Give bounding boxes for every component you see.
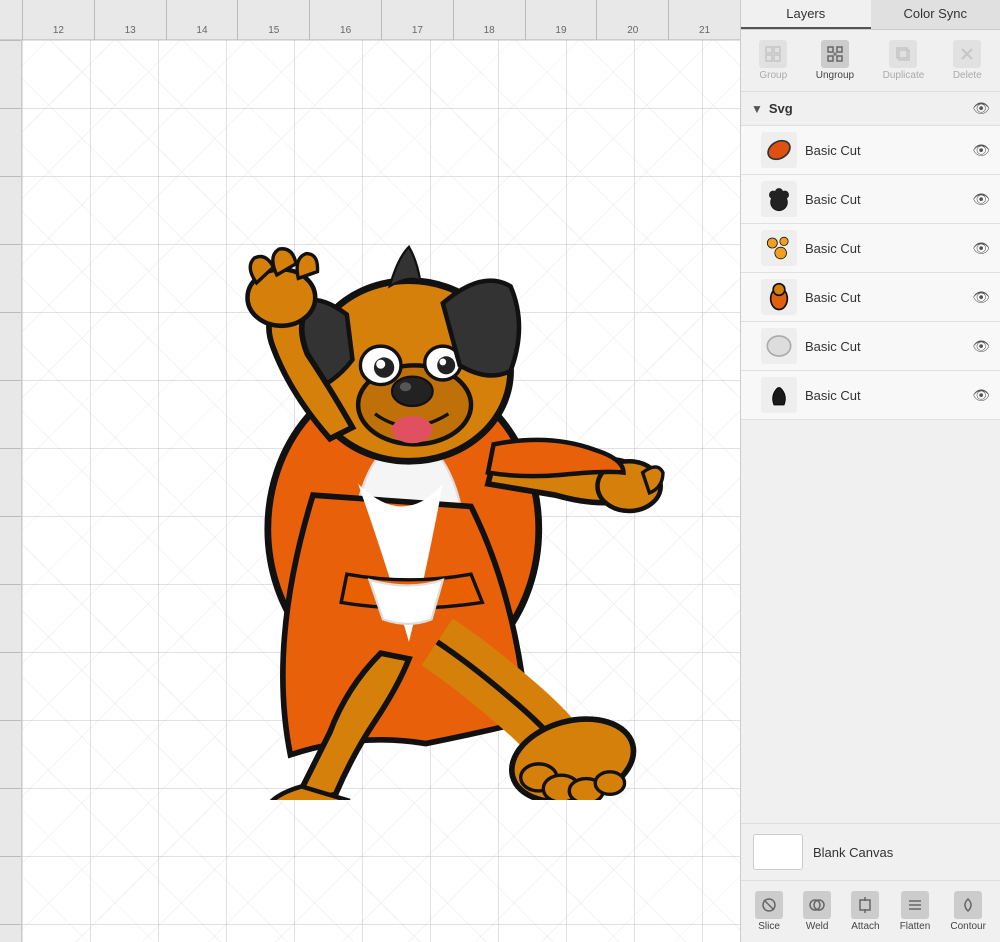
expand-arrow-icon: ▼: [751, 102, 763, 116]
panel-toolbar: Group Ungroup Duplicate Delete: [741, 30, 1000, 92]
group-button[interactable]: Group: [753, 36, 793, 85]
svg-group-header[interactable]: ▼ Svg 👁: [741, 92, 1000, 126]
layer-item[interactable]: Basic Cut 👁: [741, 273, 1000, 322]
flatten-label: Flatten: [900, 921, 931, 932]
vruler-tick: [0, 312, 21, 380]
ruler-tick: 16: [309, 0, 381, 40]
ruler-left: [0, 40, 22, 942]
layer-name: Basic Cut: [805, 241, 964, 256]
svg-group-eye-icon[interactable]: 👁: [972, 100, 990, 117]
attach-button[interactable]: Attach: [845, 887, 885, 936]
blank-canvas-thumb: [753, 834, 803, 870]
ruler-tick: 14: [166, 0, 238, 40]
canvas-area: 12131415161718192021: [0, 0, 740, 942]
slice-button[interactable]: Slice: [749, 887, 789, 936]
contour-button[interactable]: Contour: [944, 887, 992, 936]
layer-name: Basic Cut: [805, 339, 964, 354]
layers-list: Basic Cut 👁 Basic Cut 👁 Basic Cut 👁 Basic Cut 👁…: [741, 126, 1000, 823]
group-icon: [759, 40, 787, 68]
slice-icon: [755, 891, 783, 919]
layer-eye-icon[interactable]: 👁: [972, 191, 990, 208]
right-panel: Layers Color Sync Group Ungroup Duplicat…: [740, 0, 1000, 942]
layer-name: Basic Cut: [805, 192, 964, 207]
ungroup-label: Ungroup: [816, 70, 854, 81]
ruler-tick: 12: [22, 0, 94, 40]
layer-eye-icon[interactable]: 👁: [972, 338, 990, 355]
attach-icon: [851, 891, 879, 919]
layer-name: Basic Cut: [805, 388, 964, 403]
ungroup-icon: [821, 40, 849, 68]
layer-thumb: [761, 377, 797, 413]
vruler-tick: [0, 40, 21, 108]
vruler-tick: [0, 176, 21, 244]
layer-item[interactable]: Basic Cut 👁: [741, 371, 1000, 420]
layer-item[interactable]: Basic Cut 👁: [741, 224, 1000, 273]
tabs-bar: Layers Color Sync: [741, 0, 1000, 30]
tab-layers[interactable]: Layers: [741, 0, 871, 29]
attach-label: Attach: [851, 921, 879, 932]
ruler-numbers: 12131415161718192021: [22, 0, 740, 40]
layer-eye-icon[interactable]: 👁: [972, 142, 990, 159]
vruler-tick: [0, 108, 21, 176]
blank-canvas-bar: Blank Canvas: [741, 823, 1000, 880]
vruler-tick: [0, 516, 21, 584]
ruler-tick: 19: [525, 0, 597, 40]
character-image: [102, 100, 682, 800]
weld-label: Weld: [806, 921, 829, 932]
layer-name: Basic Cut: [805, 143, 964, 158]
layer-item[interactable]: Basic Cut 👁: [741, 322, 1000, 371]
weld-icon: [803, 891, 831, 919]
group-label: Group: [759, 70, 787, 81]
delete-button[interactable]: Delete: [947, 36, 988, 85]
vruler-tick: [0, 856, 21, 924]
vruler-tick: [0, 652, 21, 720]
ungroup-button[interactable]: Ungroup: [810, 36, 860, 85]
layer-eye-icon[interactable]: 👁: [972, 387, 990, 404]
ruler-top: 12131415161718192021: [0, 0, 740, 40]
layer-item[interactable]: Basic Cut 👁: [741, 126, 1000, 175]
duplicate-icon: [889, 40, 917, 68]
layer-item[interactable]: Basic Cut 👁: [741, 175, 1000, 224]
layer-eye-icon[interactable]: 👁: [972, 240, 990, 257]
ruler-tick: 17: [381, 0, 453, 40]
canvas-grid[interactable]: [22, 40, 740, 942]
ruler-tick: 20: [596, 0, 668, 40]
ruler-tick: 15: [237, 0, 309, 40]
svg-group-label: Svg: [769, 101, 966, 116]
duplicate-button[interactable]: Duplicate: [877, 36, 931, 85]
weld-button[interactable]: Weld: [797, 887, 837, 936]
vruler-tick: [0, 244, 21, 312]
ruler-tick: 13: [94, 0, 166, 40]
flatten-button[interactable]: Flatten: [894, 887, 937, 936]
blank-canvas-label: Blank Canvas: [813, 845, 893, 860]
delete-icon: [953, 40, 981, 68]
vruler-tick: [0, 788, 21, 856]
flatten-icon: [901, 891, 929, 919]
vruler-tick: [0, 448, 21, 516]
tab-color-sync[interactable]: Color Sync: [871, 0, 1000, 29]
ruler-tick: 21: [668, 0, 740, 40]
delete-label: Delete: [953, 70, 982, 81]
layer-thumb: [761, 181, 797, 217]
vruler-tick: [0, 584, 21, 652]
vruler-tick: [0, 924, 21, 942]
slice-label: Slice: [758, 921, 780, 932]
vruler-tick: [0, 380, 21, 448]
layer-thumb: [761, 279, 797, 315]
layer-name: Basic Cut: [805, 290, 964, 305]
layer-thumb: [761, 328, 797, 364]
layer-eye-icon[interactable]: 👁: [972, 289, 990, 306]
ruler-tick: 18: [453, 0, 525, 40]
layer-thumb: [761, 230, 797, 266]
contour-label: Contour: [950, 921, 986, 932]
vruler-tick: [0, 720, 21, 788]
layer-thumb: [761, 132, 797, 168]
duplicate-label: Duplicate: [883, 70, 925, 81]
contour-icon: [954, 891, 982, 919]
bottom-toolbar: Slice Weld Attach Flatten Contour: [741, 880, 1000, 942]
